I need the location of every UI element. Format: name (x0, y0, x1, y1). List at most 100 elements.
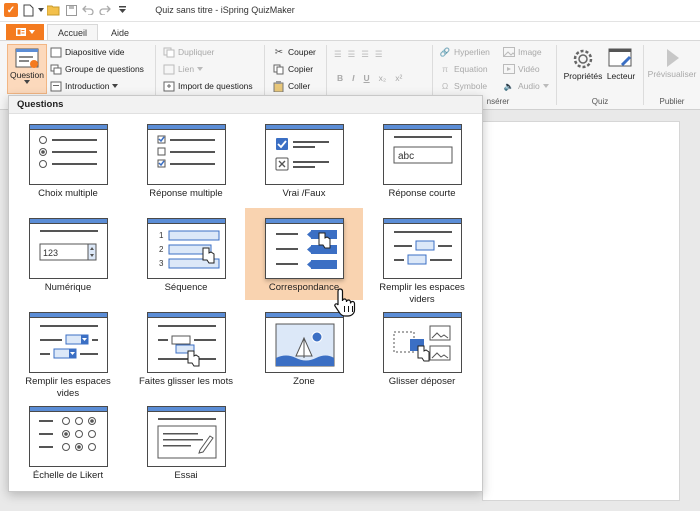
indent-right-icon[interactable]: ☰ (375, 49, 383, 60)
fill-in-blanks-icon (383, 218, 462, 279)
ribbon-separator (556, 45, 557, 105)
proprietes-button[interactable]: Propriétés (562, 47, 604, 81)
questions-panel-title: Questions (9, 96, 482, 114)
question-type-label: Choix multiple (38, 188, 98, 199)
question-type-reponse-multiple[interactable]: Réponse multiple (127, 114, 245, 206)
likert-scale-icon (29, 406, 108, 467)
bold-icon[interactable]: B (337, 73, 343, 83)
dupliquer-label: Dupliquer (178, 47, 215, 57)
superscript-icon[interactable]: x² (395, 73, 402, 83)
groupe-label: Groupe de questions (65, 64, 144, 74)
select-from-lists-icon (29, 312, 108, 373)
svg-text:1: 1 (159, 231, 164, 240)
question-type-label: Réponse courte (388, 188, 456, 199)
essay-icon (147, 406, 226, 467)
slide-canvas[interactable] (482, 121, 680, 501)
question-type-essai[interactable]: Essai (127, 396, 245, 488)
play-icon (667, 49, 679, 67)
dupliquer-button[interactable]: Dupliquer (163, 45, 214, 59)
blank-slide-icon (50, 47, 62, 58)
svg-text:2: 2 (159, 245, 164, 254)
question-type-label: Séquence (164, 282, 208, 293)
chevron-down-icon (24, 80, 30, 84)
image-button[interactable]: Image (503, 45, 542, 59)
introduction-icon (50, 81, 62, 92)
equation-icon: π (442, 64, 448, 74)
multiple-choice-icon (29, 124, 108, 185)
coller-button[interactable]: Coller (273, 79, 310, 93)
lien-button[interactable]: Lien (163, 62, 204, 76)
drag-and-drop-icon (383, 312, 462, 373)
file-menu-button[interactable] (6, 24, 44, 40)
question-type-label: Réponse multiple (149, 188, 223, 199)
question-type-echelle-likert[interactable]: Échelle de Likert (9, 396, 127, 488)
import-questions-button[interactable]: Import de questions (163, 79, 253, 93)
couper-button[interactable]: ✂ Couper (273, 45, 316, 59)
image-icon (503, 47, 515, 58)
indent-left-icon[interactable]: ☰ (361, 49, 369, 60)
coller-label: Coller (288, 81, 311, 91)
copy-icon (273, 64, 285, 75)
tab-accueil[interactable]: Accueil (47, 24, 99, 41)
bullet-list-icon[interactable]: ☰ (334, 49, 342, 60)
copier-button[interactable]: Copier (273, 62, 313, 76)
equation-label: Equation (454, 64, 488, 74)
svg-text:3: 3 (159, 259, 164, 268)
question-type-label: Échelle de Likert (32, 470, 104, 481)
customize-toolbar-icon[interactable] (115, 3, 129, 17)
question-button[interactable]: Question (7, 44, 47, 94)
hyperlien-button[interactable]: 🔗 Hyperlien (439, 45, 490, 59)
video-button[interactable]: Vidéo (503, 62, 540, 76)
question-type-label: Faites glisser les mots (139, 376, 233, 387)
publish-group-label: Publier (659, 97, 685, 106)
dropdown-arrow-icon[interactable] (38, 3, 44, 17)
gear-icon (573, 49, 593, 69)
lecteur-button[interactable]: Lecteur (605, 47, 637, 81)
question-type-label: Glisser déposer (388, 376, 456, 387)
hyperlien-label: Hyperlien (454, 47, 490, 57)
sequence-icon: 1 2 3 (147, 218, 226, 279)
tab-aide[interactable]: Aide (101, 24, 139, 41)
question-type-choix-multiple[interactable]: Choix multiple (9, 114, 127, 206)
question-type-remplir-espaces-vides[interactable]: Remplir les espaces vides (9, 302, 127, 399)
paste-icon (273, 80, 285, 92)
multiple-response-icon (147, 124, 226, 185)
underline-icon[interactable]: U (364, 73, 370, 83)
undo-icon[interactable] (81, 3, 95, 17)
scissors-icon: ✂ (274, 46, 284, 58)
chevron-down-icon (112, 84, 119, 88)
quick-access-toolbar: ✓ (4, 3, 129, 17)
audio-button[interactable]: 🔈 Audio (503, 79, 549, 93)
question-type-glisser-deposer[interactable]: Glisser déposer (363, 302, 481, 394)
italic-icon[interactable]: I (352, 73, 354, 83)
equation-button[interactable]: π Equation (439, 62, 488, 76)
link-icon (163, 64, 175, 75)
question-type-faites-glisser-mots[interactable]: Faites glisser les mots (127, 302, 245, 394)
question-type-vrai-faux[interactable]: Vrai /Faux (245, 114, 363, 206)
groupe-questions-button[interactable]: Groupe de questions (50, 62, 144, 76)
insert-group-label: nsérer (486, 97, 510, 106)
player-settings-icon (608, 48, 632, 67)
hyperlink-icon: 🔗 (439, 46, 451, 57)
hotspot-icon (265, 312, 344, 373)
question-type-reponse-courte[interactable]: abc Réponse courte (363, 114, 481, 206)
symbole-button[interactable]: Ω Symbole (439, 79, 487, 93)
subscript-icon[interactable]: x₂ (379, 73, 387, 83)
short-answer-sample: abc (398, 151, 414, 162)
save-icon[interactable] (64, 3, 78, 17)
redo-icon[interactable] (98, 3, 112, 17)
new-file-icon[interactable] (21, 3, 35, 17)
video-icon (503, 64, 515, 75)
question-type-sequence[interactable]: 1 2 3 Séquence (127, 208, 245, 300)
introduction-label: Introduction (65, 81, 110, 91)
previsualiser-button[interactable]: Prévisualiser (645, 47, 699, 79)
questions-dropdown: Questions Choix multiple Réponse multipl… (8, 95, 483, 492)
couper-label: Couper (288, 47, 316, 57)
question-type-remplir-espaces-viders[interactable]: Remplir les espaces viders (363, 208, 481, 305)
question-type-numerique[interactable]: 123 Numérique (9, 208, 127, 300)
open-folder-icon[interactable] (47, 3, 61, 17)
numbered-list-icon[interactable]: ☰ (348, 49, 356, 60)
introduction-button[interactable]: Introduction (50, 79, 119, 93)
diapositive-vide-button[interactable]: Diapositive vide (50, 45, 125, 59)
question-group-icon (50, 64, 62, 75)
